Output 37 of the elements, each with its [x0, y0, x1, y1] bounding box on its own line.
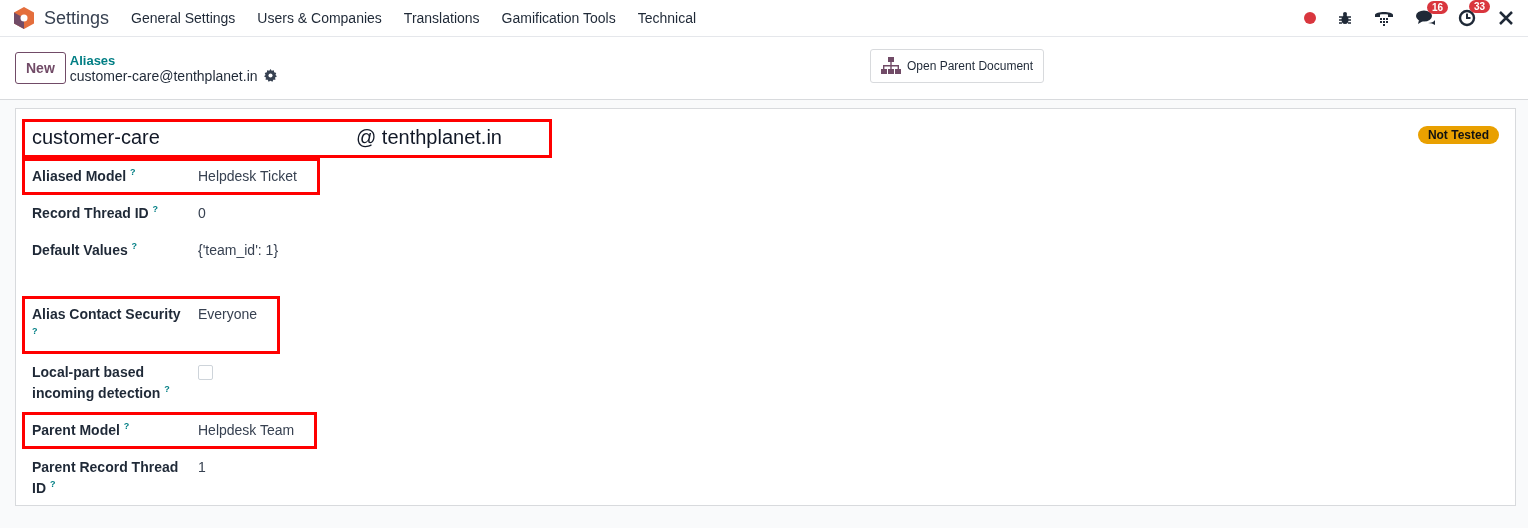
tools-icon[interactable]: [1498, 10, 1514, 26]
gear-icon[interactable]: [263, 69, 277, 82]
notification-badge: 33: [1469, 0, 1491, 13]
menu-item[interactable]: Translations: [403, 10, 480, 26]
new-button[interactable]: New: [15, 52, 66, 84]
notification-badge: 16: [1427, 1, 1449, 14]
chat-icon[interactable]: [1416, 10, 1436, 26]
clock-icon[interactable]: [1458, 9, 1476, 27]
field-value: Helpdesk Team: [198, 421, 295, 440]
checkbox[interactable]: [198, 365, 213, 380]
field-value: {'team_id': 1}: [198, 241, 279, 260]
app-logo[interactable]: [14, 7, 34, 29]
menu-item[interactable]: Users & Companies: [257, 10, 382, 26]
field-label: Aliased Model $^{?}$: [32, 166, 137, 186]
open-parent-button[interactable]: Open Parent Document: [870, 49, 1045, 83]
menu-item[interactable]: General Settings: [131, 10, 236, 26]
field-value: Helpdesk Ticket: [198, 167, 297, 186]
record-icon[interactable]: [1304, 12, 1316, 24]
app-title[interactable]: Settings: [44, 7, 110, 29]
field-label: Local-part based incoming detection $^{?}$: [32, 363, 171, 403]
sitemap-icon: [881, 57, 901, 75]
field-label: Default Values $^{?}$: [32, 240, 139, 260]
phone-icon[interactable]: [1374, 9, 1394, 27]
field-label: Parent Model $^{?}$: [32, 420, 131, 440]
breadcrumb-link[interactable]: Aliases: [69, 52, 277, 68]
bug-icon[interactable]: [1338, 11, 1352, 25]
field-value: 0: [198, 204, 206, 223]
status-badge: Not Tested: [1417, 126, 1499, 144]
record-name: customer-care@tenthplanet.in: [69, 67, 258, 84]
alias-name-field[interactable]: customer-care: [32, 126, 356, 149]
field-label: Parent Record Thread ID $^{?}$: [32, 458, 180, 498]
field-label: Record Thread ID $^{?}$: [32, 203, 160, 223]
domain-text: @ tenthplanet.in: [356, 126, 502, 149]
field-value: Everyone: [198, 305, 258, 324]
field-value: 1: [198, 458, 206, 477]
menu-item[interactable]: Gamification Tools: [501, 10, 616, 26]
menu-item[interactable]: Technical: [637, 10, 697, 26]
